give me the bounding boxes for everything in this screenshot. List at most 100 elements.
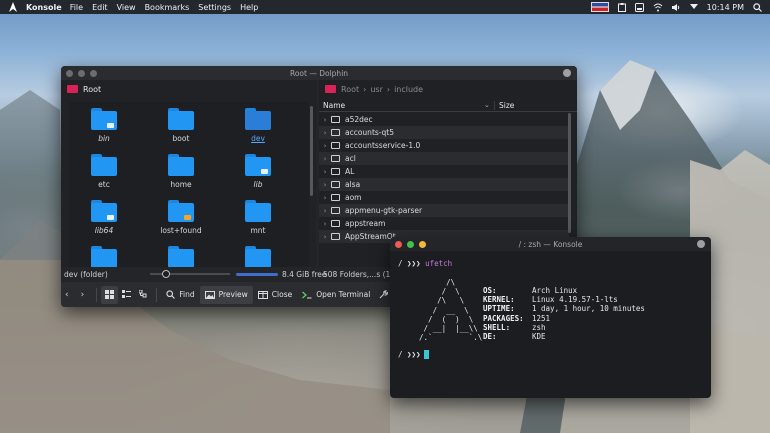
expand-tray-icon[interactable] xyxy=(689,2,699,12)
expand-arrow-icon[interactable]: › xyxy=(319,207,331,215)
folder-icon xyxy=(331,181,340,188)
window-close-button[interactable] xyxy=(395,240,402,248)
app-launcher-icon[interactable] xyxy=(6,0,20,14)
breadcrumb-item[interactable]: include xyxy=(394,85,423,94)
terminal-current-prompt[interactable]: / ❯❯❯ xyxy=(398,350,429,359)
column-header-name[interactable]: Name ⌄ xyxy=(319,100,495,110)
list-item[interactable]: › accounts-qt5 xyxy=(319,126,569,139)
info-row-de: DE: KDE xyxy=(483,332,546,342)
list-item[interactable]: › accountsservice-1.0 xyxy=(319,139,569,152)
clock[interactable]: 10:14 PM xyxy=(707,3,744,12)
system-info: OS: Arch Linux KERNEL: Linux 4.19.57-1-lts… xyxy=(483,286,645,341)
clipboard-icon[interactable] xyxy=(617,2,627,12)
breadcrumb-current[interactable]: Root xyxy=(83,85,101,94)
folder-item-mnt[interactable]: mnt xyxy=(223,200,293,235)
search-icon[interactable] xyxy=(752,2,762,12)
list-header: Name ⌄ Size xyxy=(319,99,577,112)
back-button[interactable]: ‹ xyxy=(61,286,77,304)
command-text: ufetch xyxy=(425,259,453,268)
icons-view-button[interactable] xyxy=(101,285,119,304)
konsole-titlebar[interactable]: / : zsh — Konsole xyxy=(390,237,711,251)
folder-icon xyxy=(245,246,271,268)
folder-item-boot[interactable]: boot xyxy=(146,108,216,143)
folder-icon xyxy=(168,246,194,268)
wifi-icon[interactable] xyxy=(653,2,663,12)
left-scrollbar[interactable] xyxy=(310,106,313,196)
list-item[interactable]: › AL xyxy=(319,165,569,178)
right-scrollbar[interactable] xyxy=(568,113,571,233)
device-notifier-icon[interactable] xyxy=(635,2,645,12)
breadcrumb-item[interactable]: usr xyxy=(370,85,383,94)
details-view-button[interactable] xyxy=(135,286,152,304)
preview-button[interactable]: Preview xyxy=(199,285,253,304)
info-row-packages: PACKAGES: 1251 xyxy=(483,313,551,323)
active-app-name[interactable]: Konsole xyxy=(26,3,62,12)
folder-item-dev[interactable]: dev xyxy=(223,108,293,143)
image-preview-icon xyxy=(204,290,215,299)
window-minimize-button[interactable] xyxy=(419,240,426,248)
window-menu-button[interactable] xyxy=(697,240,705,248)
list-item[interactable]: › a52dec xyxy=(319,113,569,126)
list-item[interactable]: › aom xyxy=(319,191,569,204)
breadcrumb-item[interactable]: Root xyxy=(341,85,359,94)
forward-button[interactable]: › xyxy=(77,286,93,304)
menu-settings[interactable]: Settings xyxy=(198,3,231,12)
list-item[interactable]: › acl xyxy=(319,152,569,165)
folder-item-lost-found[interactable]: lost+found xyxy=(146,200,216,235)
chevron-right-icon: › xyxy=(363,84,367,94)
breadcrumb-right[interactable]: Root › usr › include xyxy=(319,80,577,98)
expand-arrow-icon[interactable]: › xyxy=(319,194,331,202)
menu-file[interactable]: File xyxy=(70,3,83,12)
folder-label: boot xyxy=(172,134,190,143)
folder-icon xyxy=(331,233,340,240)
expand-arrow-icon[interactable]: › xyxy=(319,181,331,189)
compact-view-button[interactable] xyxy=(118,286,135,304)
volume-icon[interactable] xyxy=(671,2,681,12)
chevron-right-icon: › xyxy=(80,289,85,300)
menu-view[interactable]: View xyxy=(117,3,136,12)
details-list: › a52dec › accounts-qt5 › accountsservice-1… xyxy=(319,113,569,243)
folder-label: dev xyxy=(251,134,265,143)
expand-arrow-icon[interactable]: › xyxy=(319,116,331,124)
dolphin-titlebar[interactable]: Root — Dolphin xyxy=(61,66,577,80)
breadcrumb[interactable]: Root xyxy=(61,80,316,98)
open-terminal-button[interactable]: Open Terminal xyxy=(297,286,375,304)
menu-edit[interactable]: Edit xyxy=(92,3,108,12)
window-menu-button[interactable] xyxy=(563,69,571,77)
expand-arrow-icon[interactable]: › xyxy=(319,233,331,241)
window-minimize-button[interactable] xyxy=(78,69,85,77)
folder-icon xyxy=(91,154,117,176)
folder-item-lib64[interactable]: lib64 xyxy=(69,200,139,235)
expand-arrow-icon[interactable]: › xyxy=(319,129,331,137)
close-split-button[interactable]: Close xyxy=(253,286,297,304)
menu-bookmarks[interactable]: Bookmarks xyxy=(145,3,190,12)
folder-icon xyxy=(331,142,340,149)
folder-item-home[interactable]: home xyxy=(146,154,216,189)
folder-item-lib[interactable]: lib xyxy=(223,154,293,189)
folder-item-bin[interactable]: bin xyxy=(69,108,139,143)
list-item[interactable]: › appmenu-gtk-parser xyxy=(319,204,569,217)
list-item[interactable]: › alsa xyxy=(319,178,569,191)
terminal-cursor xyxy=(423,350,429,359)
folder-icon xyxy=(331,168,340,175)
keyboard-layout-flag-icon[interactable] xyxy=(590,2,609,12)
expand-arrow-icon[interactable]: › xyxy=(319,155,331,163)
expand-arrow-icon[interactable]: › xyxy=(319,168,331,176)
folder-label: lost+found xyxy=(160,226,202,235)
folder-icon xyxy=(91,246,117,268)
window-maximize-button[interactable] xyxy=(90,69,97,77)
expand-arrow-icon[interactable]: › xyxy=(319,142,331,150)
column-header-size[interactable]: Size xyxy=(495,101,514,110)
folder-icon xyxy=(331,220,340,227)
folder-icon xyxy=(331,194,340,201)
folder-item-etc[interactable]: etc xyxy=(69,154,139,189)
list-item[interactable]: › appstream xyxy=(319,217,569,230)
menu-help[interactable]: Help xyxy=(240,3,258,12)
expand-arrow-icon[interactable]: › xyxy=(319,220,331,228)
window-close-button[interactable] xyxy=(66,69,73,77)
zoom-slider-knob[interactable] xyxy=(162,270,171,278)
zoom-slider[interactable] xyxy=(150,270,230,278)
folder-icon xyxy=(331,155,340,162)
find-button[interactable]: Find xyxy=(161,286,199,304)
window-maximize-button[interactable] xyxy=(407,240,414,248)
